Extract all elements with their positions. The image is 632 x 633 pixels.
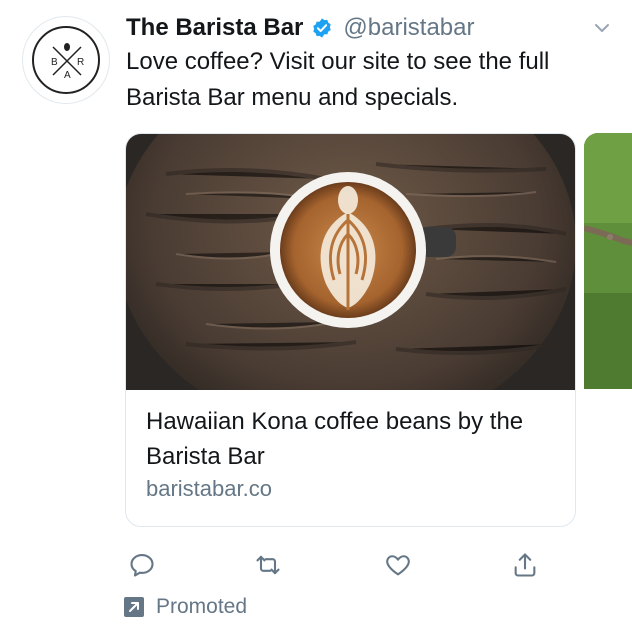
- card-domain[interactable]: baristabar.co: [146, 476, 272, 502]
- logo-letter-a: A: [64, 70, 71, 81]
- promoted-text: Promoted: [156, 595, 248, 618]
- logo-letter-r: R: [77, 57, 84, 68]
- tweet-text: Love coffee? Visit our site to see the f…: [126, 48, 550, 111]
- card-title[interactable]: Hawaiian Kona coffee beans by the Barist…: [146, 404, 556, 474]
- link-card[interactable]: Hawaiian Kona coffee beans by the Barist…: [125, 133, 576, 527]
- retweet-icon: [256, 555, 280, 575]
- retweet-button[interactable]: [248, 545, 288, 585]
- account-handle[interactable]: @baristabar: [343, 14, 474, 42]
- latte-art-image: [126, 134, 575, 390]
- next-card-preview[interactable]: [584, 133, 632, 389]
- like-button[interactable]: [378, 545, 418, 585]
- card-image[interactable]: [126, 134, 575, 390]
- promoted-label[interactable]: Promoted: [124, 594, 247, 620]
- reply-icon: [130, 554, 154, 577]
- promoted-arrow-icon: [124, 597, 144, 617]
- heart-icon: [386, 555, 410, 576]
- chevron-down-icon[interactable]: [592, 18, 612, 38]
- barista-bar-logo: B R A: [51, 43, 84, 81]
- next-card-image: [584, 133, 632, 389]
- verified-badge-icon: [313, 18, 332, 38]
- tweet-actions: [0, 545, 632, 585]
- account-name[interactable]: The Barista Bar: [126, 14, 303, 42]
- logo-letter-b: B: [51, 57, 58, 68]
- avatar[interactable]: B R A: [22, 16, 110, 104]
- share-icon: [514, 553, 536, 577]
- tweet-header: The Barista Bar @baristabar: [126, 12, 475, 44]
- reply-button[interactable]: [122, 545, 162, 585]
- share-button[interactable]: [505, 545, 545, 585]
